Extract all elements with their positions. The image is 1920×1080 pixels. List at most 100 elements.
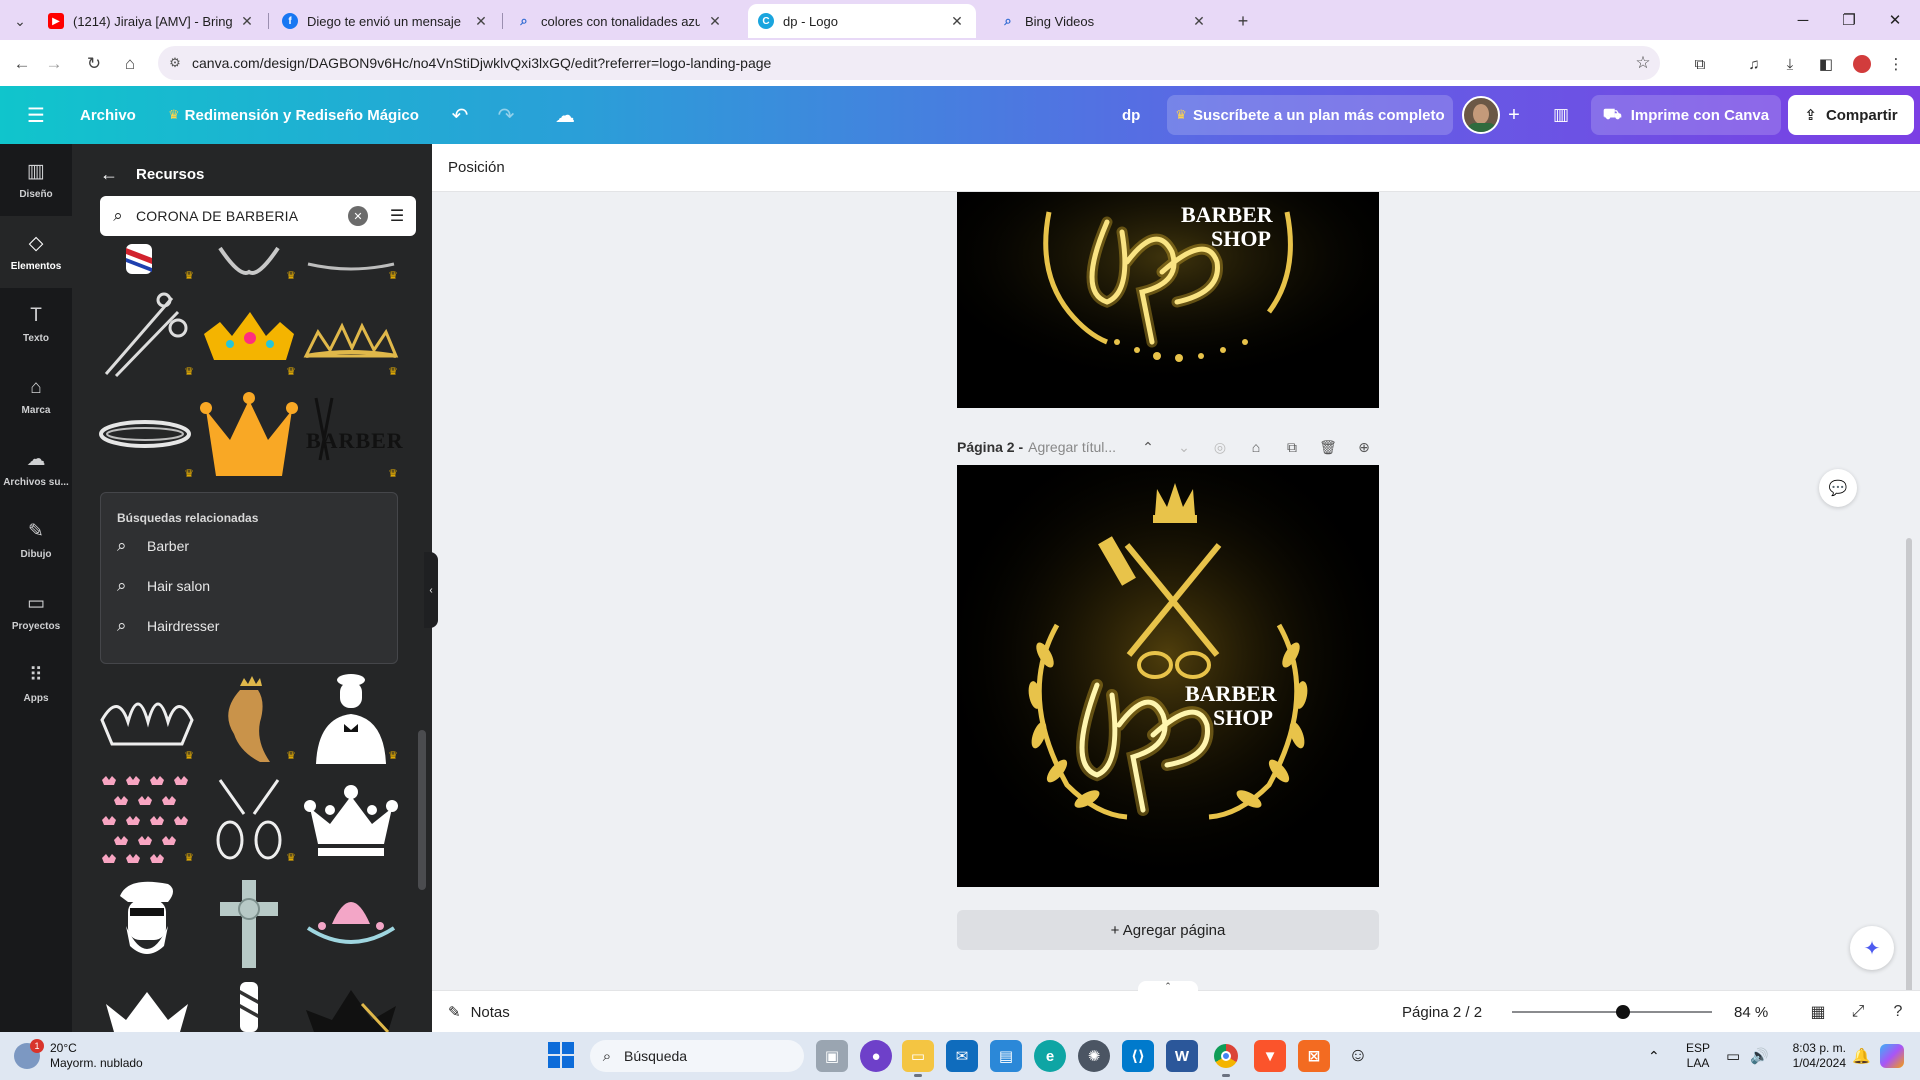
related-search-hairdresser[interactable]: ⌕ Hairdresser <box>117 611 219 641</box>
close-tab-icon[interactable]: ✕ <box>238 13 256 30</box>
grid-view-icon[interactable]: ▦ <box>1806 1000 1830 1024</box>
result-shell-tiara[interactable] <box>302 876 400 968</box>
add-page-icon[interactable]: ⊕ <box>1351 433 1377 461</box>
page-1-canvas[interactable]: BARBER SHOP <box>957 192 1379 408</box>
duplicate-page-icon[interactable]: ⧉ <box>1279 433 1305 461</box>
rail-item-design[interactable]: ▥ Diseño <box>0 144 72 216</box>
move-page-down-icon[interactable]: ⌄ <box>1171 433 1197 461</box>
rail-item-uploads[interactable]: ☁ Archivos su... <box>0 432 72 504</box>
back-icon[interactable]: ← <box>8 50 36 78</box>
collapse-panel-handle[interactable]: ‹ <box>424 552 438 628</box>
redo-icon[interactable]: ↷ <box>492 101 520 129</box>
copilot-icon[interactable] <box>1880 1032 1904 1080</box>
file-menu-button[interactable]: Archivo <box>80 86 136 144</box>
back-arrow-icon[interactable]: ← <box>100 164 118 185</box>
insights-chart-icon[interactable]: ▥ <box>1547 101 1575 129</box>
move-page-up-icon[interactable]: ⌃ <box>1135 433 1161 461</box>
network-icon[interactable]: ▭ <box>1726 1032 1740 1080</box>
zoom-slider[interactable] <box>1512 1011 1712 1013</box>
taskbar-search[interactable]: ⌕ Búsqueda <box>590 1040 804 1072</box>
result-white-crown[interactable] <box>302 774 400 866</box>
result-scissors[interactable]: ♛ <box>98 288 196 380</box>
result-gentleman[interactable]: ♛ <box>302 672 400 764</box>
notes-button[interactable]: ✎ Notas <box>448 991 510 1033</box>
result-black-crown[interactable] <box>302 980 400 1032</box>
page-indicator[interactable]: Página 2 / 2 <box>1402 991 1482 1033</box>
volume-icon[interactable]: 🔊 <box>1750 1032 1769 1080</box>
result-laurel-partial[interactable]: ♛ <box>200 244 298 284</box>
related-search-hair-salon[interactable]: ⌕ Hair salon <box>117 571 210 601</box>
browser-menu-icon[interactable]: ⋮ <box>1882 50 1910 78</box>
url-text[interactable]: canva.com/design/DAGBON9v6Hc/no4VnStiDjw… <box>192 55 1626 71</box>
notifications-bell-icon[interactable]: 🔔 <box>1852 1032 1871 1080</box>
browser-tab-youtube[interactable]: ▶ (1214) Jiraiya [AMV] - Bring Me ✕ <box>38 4 266 38</box>
hide-page-icon[interactable]: ◎ <box>1207 433 1233 461</box>
bookmark-star-icon[interactable]: ☆ <box>1626 53 1660 73</box>
side-panel-icon[interactable]: ◧ <box>1812 50 1840 78</box>
emoji-app-icon[interactable]: ☺ <box>1342 1040 1374 1072</box>
clock[interactable]: 8:03 p. m. 1/04/2024 <box>1774 1041 1846 1071</box>
address-bar[interactable]: ⚙ canva.com/design/DAGBON9v6Hc/no4VnStiD… <box>158 46 1660 80</box>
vscode-icon[interactable]: ⟨⟩ <box>1122 1040 1154 1072</box>
github-icon[interactable]: ● <box>860 1040 892 1072</box>
media-control-icon[interactable]: ♫ <box>1740 50 1768 78</box>
magic-resize-button[interactable]: ♛ Redimensión y Rediseño Mágico <box>168 86 419 144</box>
home-icon[interactable]: ⌂ <box>116 50 144 78</box>
result-open-scissors[interactable]: ♛ <box>200 774 298 866</box>
upgrade-plan-button[interactable]: ♛ Suscríbete a un plan más completo <box>1167 95 1453 135</box>
filter-sliders-icon[interactable]: ☰ <box>382 206 412 226</box>
hamburger-menu-icon[interactable]: ☰ <box>22 101 50 129</box>
expand-pages-icon[interactable]: ⌃ <box>1138 981 1198 993</box>
undo-icon[interactable]: ↶ <box>446 101 474 129</box>
result-outline-crown[interactable]: ♛ <box>98 672 196 764</box>
result-barber-pole[interactable] <box>200 980 298 1032</box>
edge-icon[interactable]: e <box>1034 1040 1066 1072</box>
rail-item-draw[interactable]: ✎ Dibujo <box>0 504 72 576</box>
delete-page-icon[interactable]: 🗑 <box>1315 433 1341 461</box>
store-icon[interactable]: ▤ <box>990 1040 1022 1072</box>
panel-scrollbar[interactable] <box>418 248 426 1024</box>
editor-scrollbar[interactable] <box>1904 196 1914 1016</box>
result-barber-pole-partial[interactable]: ♛ <box>98 244 196 284</box>
result-thorn-crown[interactable]: ♛ <box>98 390 196 482</box>
rail-item-apps[interactable]: ⠿ Apps <box>0 648 72 720</box>
page-2-canvas[interactable]: BARBER SHOP <box>957 465 1379 887</box>
result-orange-crown[interactable] <box>200 390 298 482</box>
new-tab-button[interactable]: + <box>1230 8 1256 34</box>
chrome-icon[interactable] <box>1210 1040 1242 1077</box>
chatgpt-icon[interactable]: ✺ <box>1078 1040 1110 1072</box>
xampp-icon[interactable]: ⊠ <box>1298 1040 1330 1072</box>
minimize-icon[interactable]: ─ <box>1780 0 1826 40</box>
zoom-percentage[interactable]: 84 % <box>1734 991 1768 1033</box>
forward-icon[interactable]: → <box>40 50 68 78</box>
reload-icon[interactable]: ↻ <box>80 50 108 78</box>
fullscreen-icon[interactable]: ⤢ <box>1846 1000 1870 1024</box>
tray-overflow-icon[interactable]: ⌃ <box>1648 1032 1660 1080</box>
language-indicator[interactable]: ESP LAA <box>1686 1032 1710 1080</box>
mail-icon[interactable]: ✉ <box>946 1040 978 1072</box>
rail-item-projects[interactable]: ▭ Proyectos <box>0 576 72 648</box>
result-tiara-partial[interactable]: ♛ <box>302 244 400 284</box>
rail-item-elements[interactable]: ◇ Elementos <box>0 216 72 288</box>
profile-icon[interactable] <box>1848 50 1876 78</box>
close-tab-icon[interactable]: ✕ <box>1190 13 1208 30</box>
task-view-icon[interactable]: ▣ <box>816 1040 848 1072</box>
avatar[interactable] <box>1462 96 1500 134</box>
share-button[interactable]: ⇪ Compartir <box>1788 95 1914 135</box>
windows-start-icon[interactable] <box>548 1042 576 1070</box>
tab-search-icon[interactable]: ⌄ <box>7 8 33 34</box>
close-window-icon[interactable]: ✕ <box>1872 0 1918 40</box>
browser-tab-facebook[interactable]: f Diego te envió un mensaje ✕ <box>272 4 500 38</box>
design-name[interactable]: dp <box>1122 86 1140 144</box>
result-jeweled-crown[interactable]: ♛ <box>200 288 298 380</box>
restore-icon[interactable]: ❐ <box>1826 0 1872 40</box>
related-search-barber[interactable]: ⌕ Barber <box>117 531 189 561</box>
file-explorer-icon[interactable]: ▭ <box>902 1040 934 1077</box>
help-icon[interactable]: ? <box>1886 1000 1910 1024</box>
magic-assistant-button[interactable]: ✦ <box>1850 926 1894 970</box>
browser-tab-canva[interactable]: C dp - Logo ✕ <box>748 4 976 38</box>
downloads-icon[interactable]: ⤓ <box>1776 50 1804 78</box>
elements-search-input[interactable]: ⌕ CORONA DE BARBERIA ✕ ☰ <box>100 196 416 236</box>
cloud-saved-icon[interactable]: ☁ <box>551 101 579 129</box>
add-comment-button[interactable]: 💬 <box>1819 469 1857 507</box>
